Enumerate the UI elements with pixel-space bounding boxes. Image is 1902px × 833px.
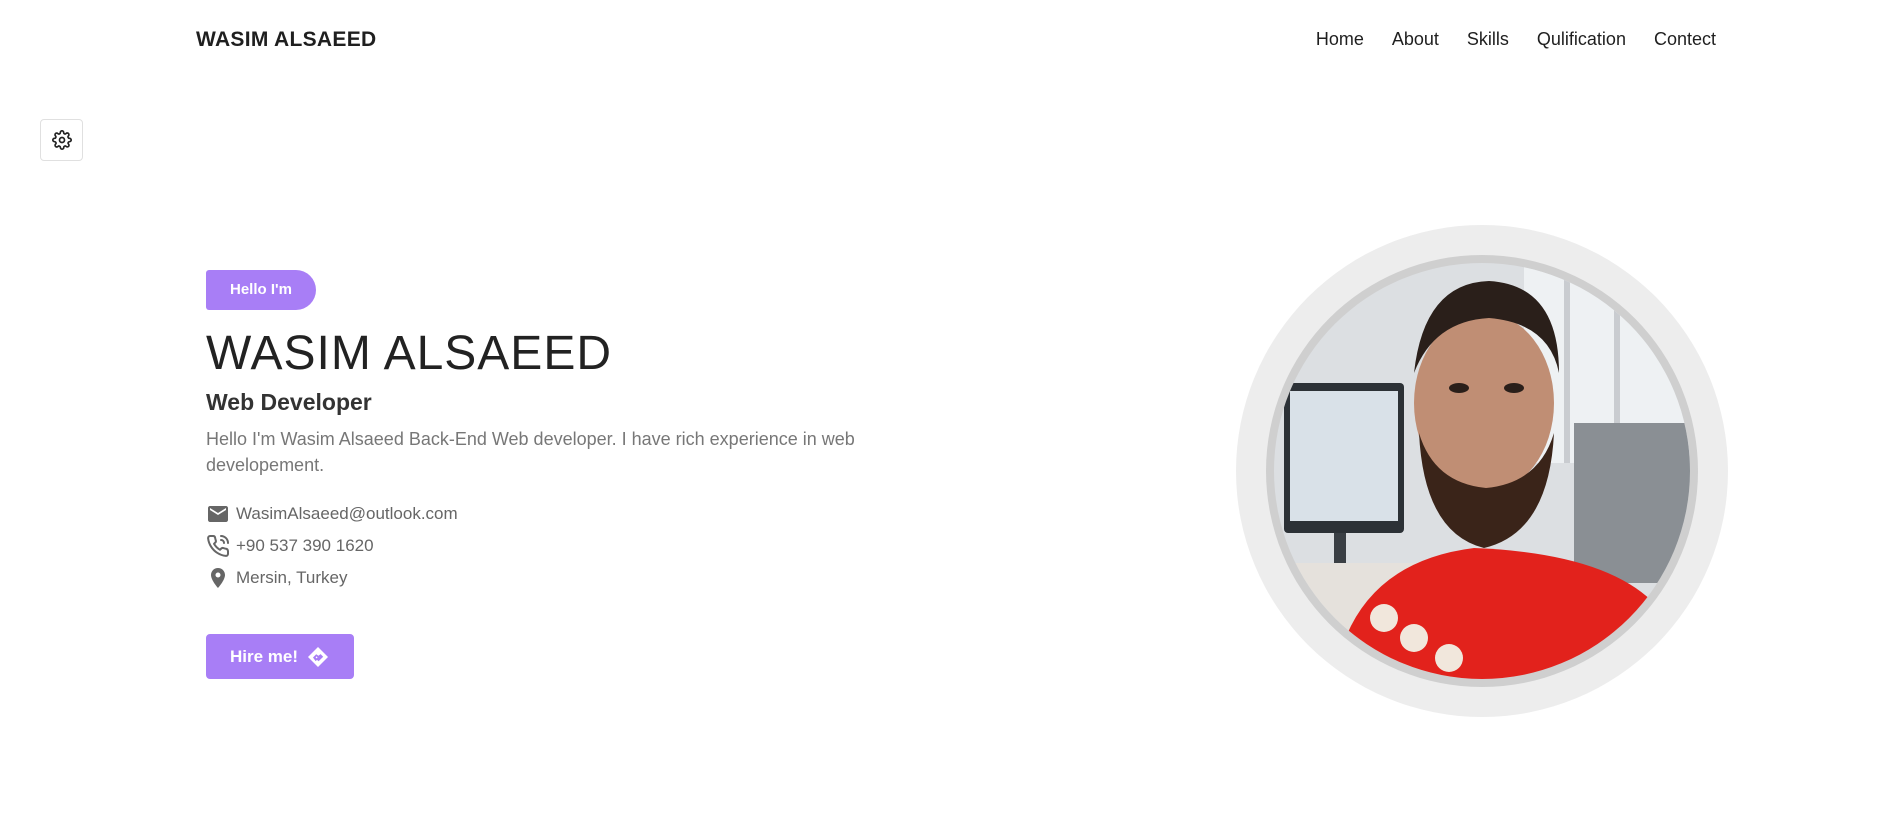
hire-me-label: Hire me! bbox=[230, 646, 299, 666]
hero-section: Hello I'm WASIM ALSAEED Web Developer He… bbox=[206, 270, 926, 679]
nav-qualification[interactable]: Qulification bbox=[1537, 29, 1626, 50]
contact-email[interactable]: WasimAlsaeed@outlook.com bbox=[206, 498, 926, 530]
settings-button[interactable] bbox=[40, 119, 83, 161]
location-pin-icon bbox=[211, 568, 225, 588]
mail-icon bbox=[208, 506, 228, 522]
location-text: Mersin, Turkey bbox=[236, 568, 348, 587]
gear-icon bbox=[51, 130, 72, 150]
site-header: WASIM ALSAEED Home About Skills Qulifica… bbox=[0, 0, 1902, 82]
contact-location: Mersin, Turkey bbox=[206, 562, 926, 594]
nav-home[interactable]: Home bbox=[1316, 29, 1364, 50]
handshake-icon bbox=[308, 646, 329, 667]
site-logo[interactable]: WASIM ALSAEED bbox=[196, 28, 376, 52]
hire-me-button[interactable]: Hire me! bbox=[206, 634, 355, 679]
hero-role: Web Developer bbox=[206, 389, 372, 415]
hero-name: WASIM ALSAEED bbox=[206, 327, 612, 380]
hero-bio: Hello I'm Wasim Alsaeed Back-End Web dev… bbox=[206, 429, 855, 475]
greeting-badge: Hello I'm bbox=[206, 270, 316, 310]
nav-about[interactable]: About bbox=[1392, 29, 1439, 50]
phone-icon bbox=[207, 534, 230, 557]
phone-text: +90 537 390 1620 bbox=[236, 536, 374, 555]
main-nav: Home About Skills Qulification Contect bbox=[1316, 29, 1716, 50]
contact-phone[interactable]: +90 537 390 1620 bbox=[206, 530, 926, 562]
profile-photo-frame bbox=[1236, 225, 1728, 717]
nav-skills[interactable]: Skills bbox=[1467, 29, 1509, 50]
profile-photo bbox=[1274, 263, 1690, 679]
contact-list: WasimAlsaeed@outlook.com +90 537 390 162… bbox=[206, 498, 926, 594]
profile-photo-ring bbox=[1266, 255, 1698, 687]
email-text: WasimAlsaeed@outlook.com bbox=[236, 504, 458, 523]
nav-contact[interactable]: Contect bbox=[1654, 29, 1716, 50]
